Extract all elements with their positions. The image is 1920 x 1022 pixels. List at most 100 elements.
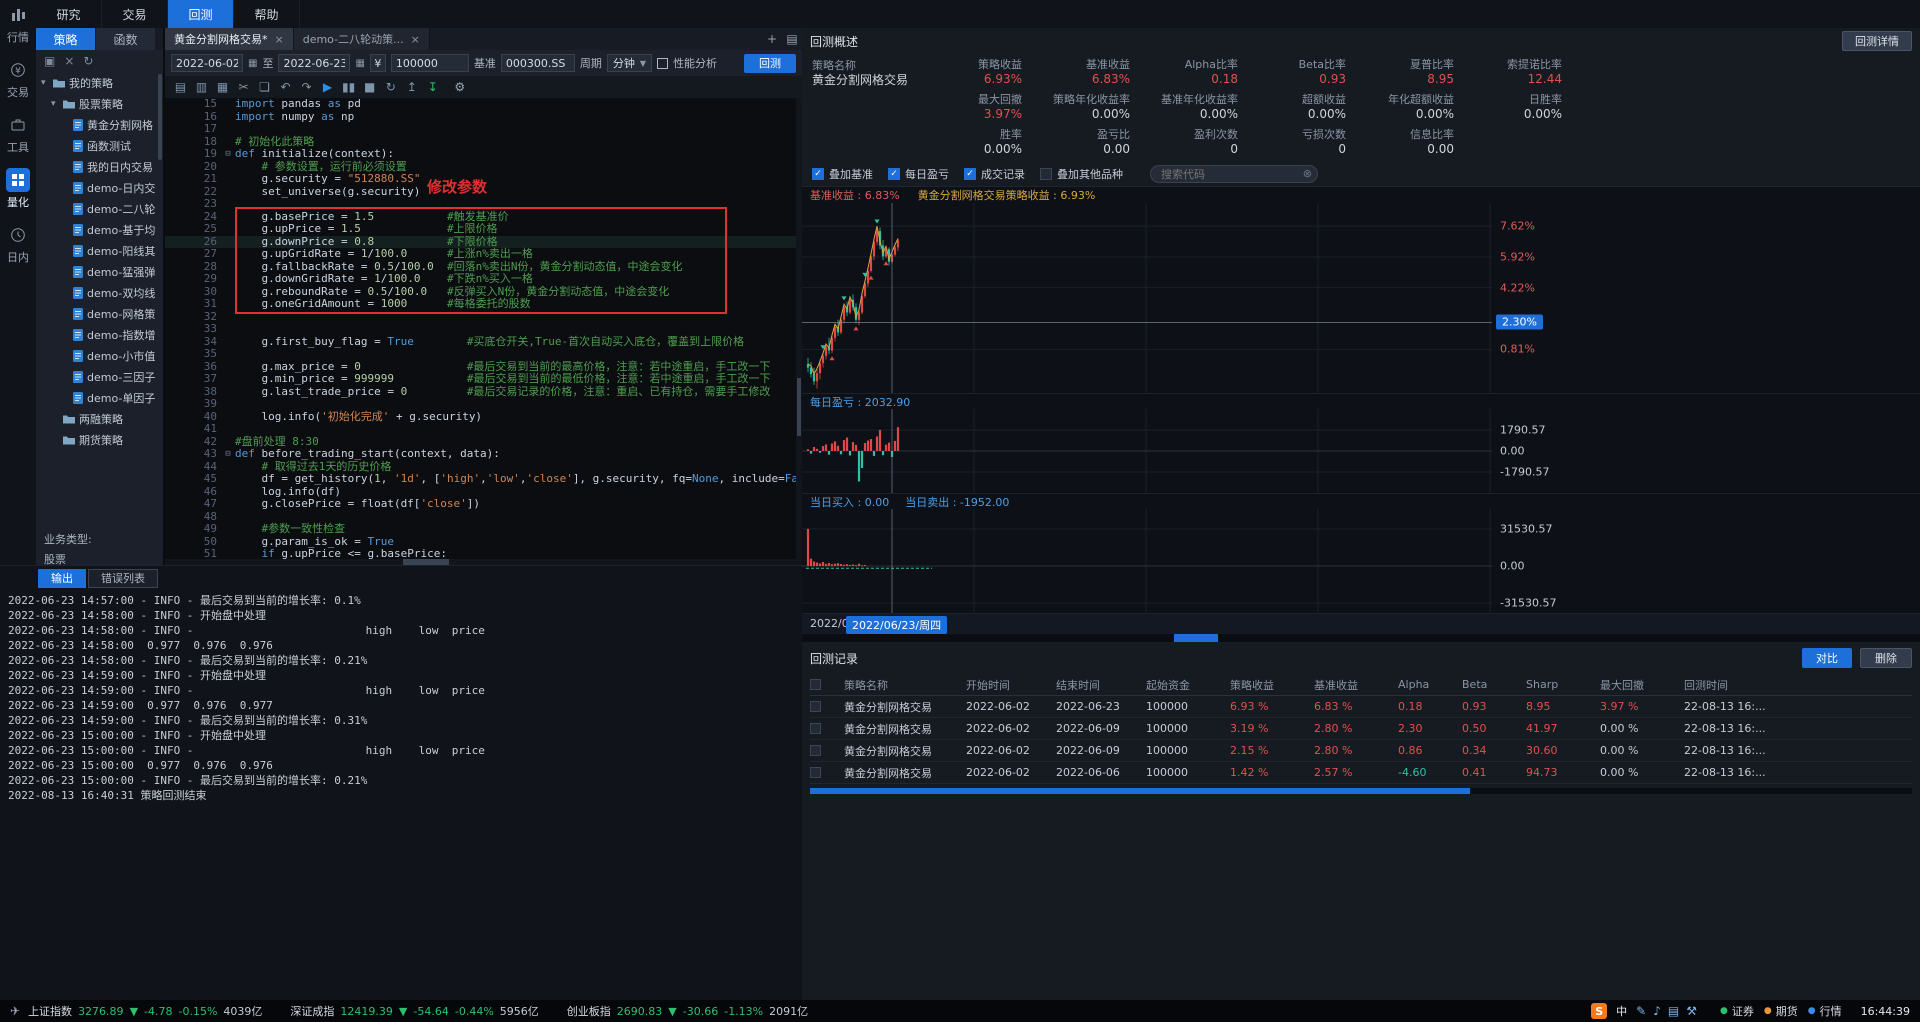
editor-tab-0[interactable]: 黄金分割网格交易*×	[165, 28, 294, 50]
rail-item-market[interactable]: 行情	[0, 3, 36, 45]
row-checkbox[interactable]	[810, 723, 821, 734]
close-icon[interactable]: ×	[411, 33, 420, 46]
compare-button[interactable]: 对比	[1802, 648, 1852, 668]
sogou-input-icon[interactable]: S	[1591, 1003, 1607, 1019]
row-checkbox[interactable]	[810, 701, 821, 712]
select-all-checkbox[interactable]	[810, 679, 821, 690]
tree-item[interactable]: demo-双均线	[36, 282, 163, 303]
records-scrollbar[interactable]	[810, 788, 1912, 794]
editor-tab-1[interactable]: demo-二八轮动策...×	[294, 28, 430, 50]
cell-drawdown: 0.00 %	[1600, 766, 1684, 779]
tree-item[interactable]: demo-日内交	[36, 177, 163, 198]
backtest-details-button[interactable]: 回测详情	[1842, 31, 1912, 51]
symbol-search-input[interactable]	[1150, 165, 1318, 183]
tree-item[interactable]: demo-二八轮	[36, 198, 163, 219]
table-row[interactable]: 黄金分割网格交易2022-06-022022-06-091000003.19 %…	[810, 718, 1912, 740]
toggle-checked[interactable]: ✓成交记录	[964, 166, 1025, 182]
calendar-icon[interactable]: ▦	[248, 58, 257, 69]
rail-item-tools[interactable]: 工具	[0, 113, 36, 155]
copy-icon[interactable]: ❏	[258, 80, 271, 94]
rail-item-intraday[interactable]: 日内	[0, 223, 36, 265]
tree-item[interactable]: 期货策略	[36, 429, 163, 450]
tree-item[interactable]: demo-三因子	[36, 366, 163, 387]
period-select[interactable]: 分钟 ▼	[607, 54, 652, 72]
expander-icon[interactable]: ▾	[41, 78, 49, 88]
sidebar-tab-function[interactable]: 函数	[96, 28, 156, 50]
menu-backtest[interactable]: 回测	[168, 0, 234, 28]
toggle-checked[interactable]: ✓每日盈亏	[888, 166, 949, 182]
pause-icon[interactable]: ▮▮	[342, 80, 355, 94]
run-backtest-button[interactable]: 回测	[744, 54, 796, 73]
output-tab-1[interactable]: 错误列表	[88, 569, 158, 588]
pen-icon[interactable]: ✎	[1636, 1004, 1646, 1018]
tree-item[interactable]: demo-指数增	[36, 324, 163, 345]
toolbox-icon[interactable]: ⚒	[1686, 1004, 1697, 1018]
calendar-icon[interactable]: ▦	[355, 58, 364, 69]
delete-strategy-icon[interactable]: ×	[64, 54, 74, 68]
equity-chart[interactable]: 7.62%5.92%4.22%0.81%2.30%	[802, 203, 1920, 393]
start-date-input[interactable]	[171, 54, 243, 72]
close-icon[interactable]: ×	[275, 33, 284, 46]
table-row[interactable]: 黄金分割网格交易2022-06-022022-06-231000006.93 %…	[810, 696, 1912, 718]
undo-icon[interactable]: ↶	[279, 80, 292, 94]
end-date-input[interactable]	[278, 54, 350, 72]
rail-item-quant[interactable]: 量化	[0, 168, 36, 210]
tree-item[interactable]: 黄金分割网格	[36, 114, 163, 135]
tree-item[interactable]: demo-小市值	[36, 345, 163, 366]
output-tab-0[interactable]: 输出	[38, 569, 86, 588]
fold-icon[interactable]: ⊟	[221, 448, 235, 461]
menu-trade[interactable]: 交易	[102, 0, 168, 28]
sidebar-tab-strategy[interactable]: 策略	[36, 28, 96, 50]
delete-button[interactable]: 删除	[1860, 648, 1912, 668]
tree-item[interactable]: ▾股票策略	[36, 93, 163, 114]
redo-icon[interactable]: ↷	[300, 80, 313, 94]
chart-horizontal-scrollbar[interactable]	[802, 634, 1920, 642]
benchmark-input[interactable]	[501, 54, 575, 72]
performance-checkbox[interactable]	[657, 58, 668, 69]
run-icon[interactable]: ▶	[321, 80, 334, 94]
tree-item[interactable]: 函数测试	[36, 135, 163, 156]
print-icon[interactable]: ▦	[216, 80, 229, 94]
rail-item-trade[interactable]: ¥交易	[0, 58, 36, 100]
mic-icon[interactable]: ♪	[1653, 1004, 1661, 1018]
save-icon[interactable]: ▤	[174, 80, 187, 94]
daily-buy-sell-chart[interactable]: 31530.570.00-31530.57	[802, 509, 1920, 613]
tree-item[interactable]: demo-阳线其	[36, 240, 163, 261]
tree-item[interactable]: demo-基于均	[36, 219, 163, 240]
row-checkbox[interactable]	[810, 745, 821, 756]
code-editor[interactable]: 15import pandas as pd16import numpy as n…	[165, 98, 802, 561]
tree-item[interactable]: 我的日内交易	[36, 156, 163, 177]
keyboard-icon[interactable]: ▤	[1668, 1004, 1679, 1018]
cut-icon[interactable]: ✂	[237, 80, 250, 94]
fold-icon[interactable]: ⊟	[221, 148, 235, 161]
step-up-icon[interactable]: ↥	[405, 80, 418, 94]
tree-item[interactable]: ▾我的策略	[36, 72, 163, 93]
tree-item[interactable]: demo-猛强弹	[36, 261, 163, 282]
row-checkbox[interactable]	[810, 767, 821, 778]
sidebar-scrollbar[interactable]	[158, 74, 162, 160]
menu-research[interactable]: 研究	[36, 0, 102, 28]
step-down-icon[interactable]: ↧	[426, 80, 439, 94]
refresh-icon[interactable]: ↻	[83, 54, 93, 68]
settings-icon[interactable]: ⚙	[453, 80, 466, 94]
table-row[interactable]: 黄金分割网格交易2022-06-022022-06-061000001.42 %…	[810, 762, 1912, 784]
business-type: 业务类型: 股票	[44, 530, 92, 570]
toggle-checked[interactable]: ✓叠加基准	[812, 166, 873, 182]
menu-help[interactable]: 帮助	[234, 0, 300, 28]
restart-icon[interactable]: ↻	[384, 80, 397, 94]
tab-list-button[interactable]: ▤	[782, 28, 802, 50]
daily-pnl-chart[interactable]: 1790.570.00-1790.57	[802, 409, 1920, 493]
table-row[interactable]: 黄金分割网格交易2022-06-022022-06-091000002.15 %…	[810, 740, 1912, 762]
input-language-icon[interactable]: 中	[1616, 1003, 1627, 1019]
new-strategy-icon[interactable]: ▣	[44, 54, 55, 68]
capital-input[interactable]	[391, 54, 469, 72]
stop-icon[interactable]: ■	[363, 80, 376, 94]
save-all-icon[interactable]: ▥	[195, 80, 208, 94]
clear-search-icon[interactable]: ⊗	[1303, 167, 1312, 180]
toggle-unchecked[interactable]: 叠加其他品种	[1040, 166, 1123, 182]
tree-item[interactable]: 两融策略	[36, 408, 163, 429]
tree-item[interactable]: demo-网格策	[36, 303, 163, 324]
tree-item[interactable]: demo-单因子	[36, 387, 163, 408]
expander-icon[interactable]: ▾	[51, 99, 59, 109]
new-tab-button[interactable]: +	[762, 28, 782, 50]
